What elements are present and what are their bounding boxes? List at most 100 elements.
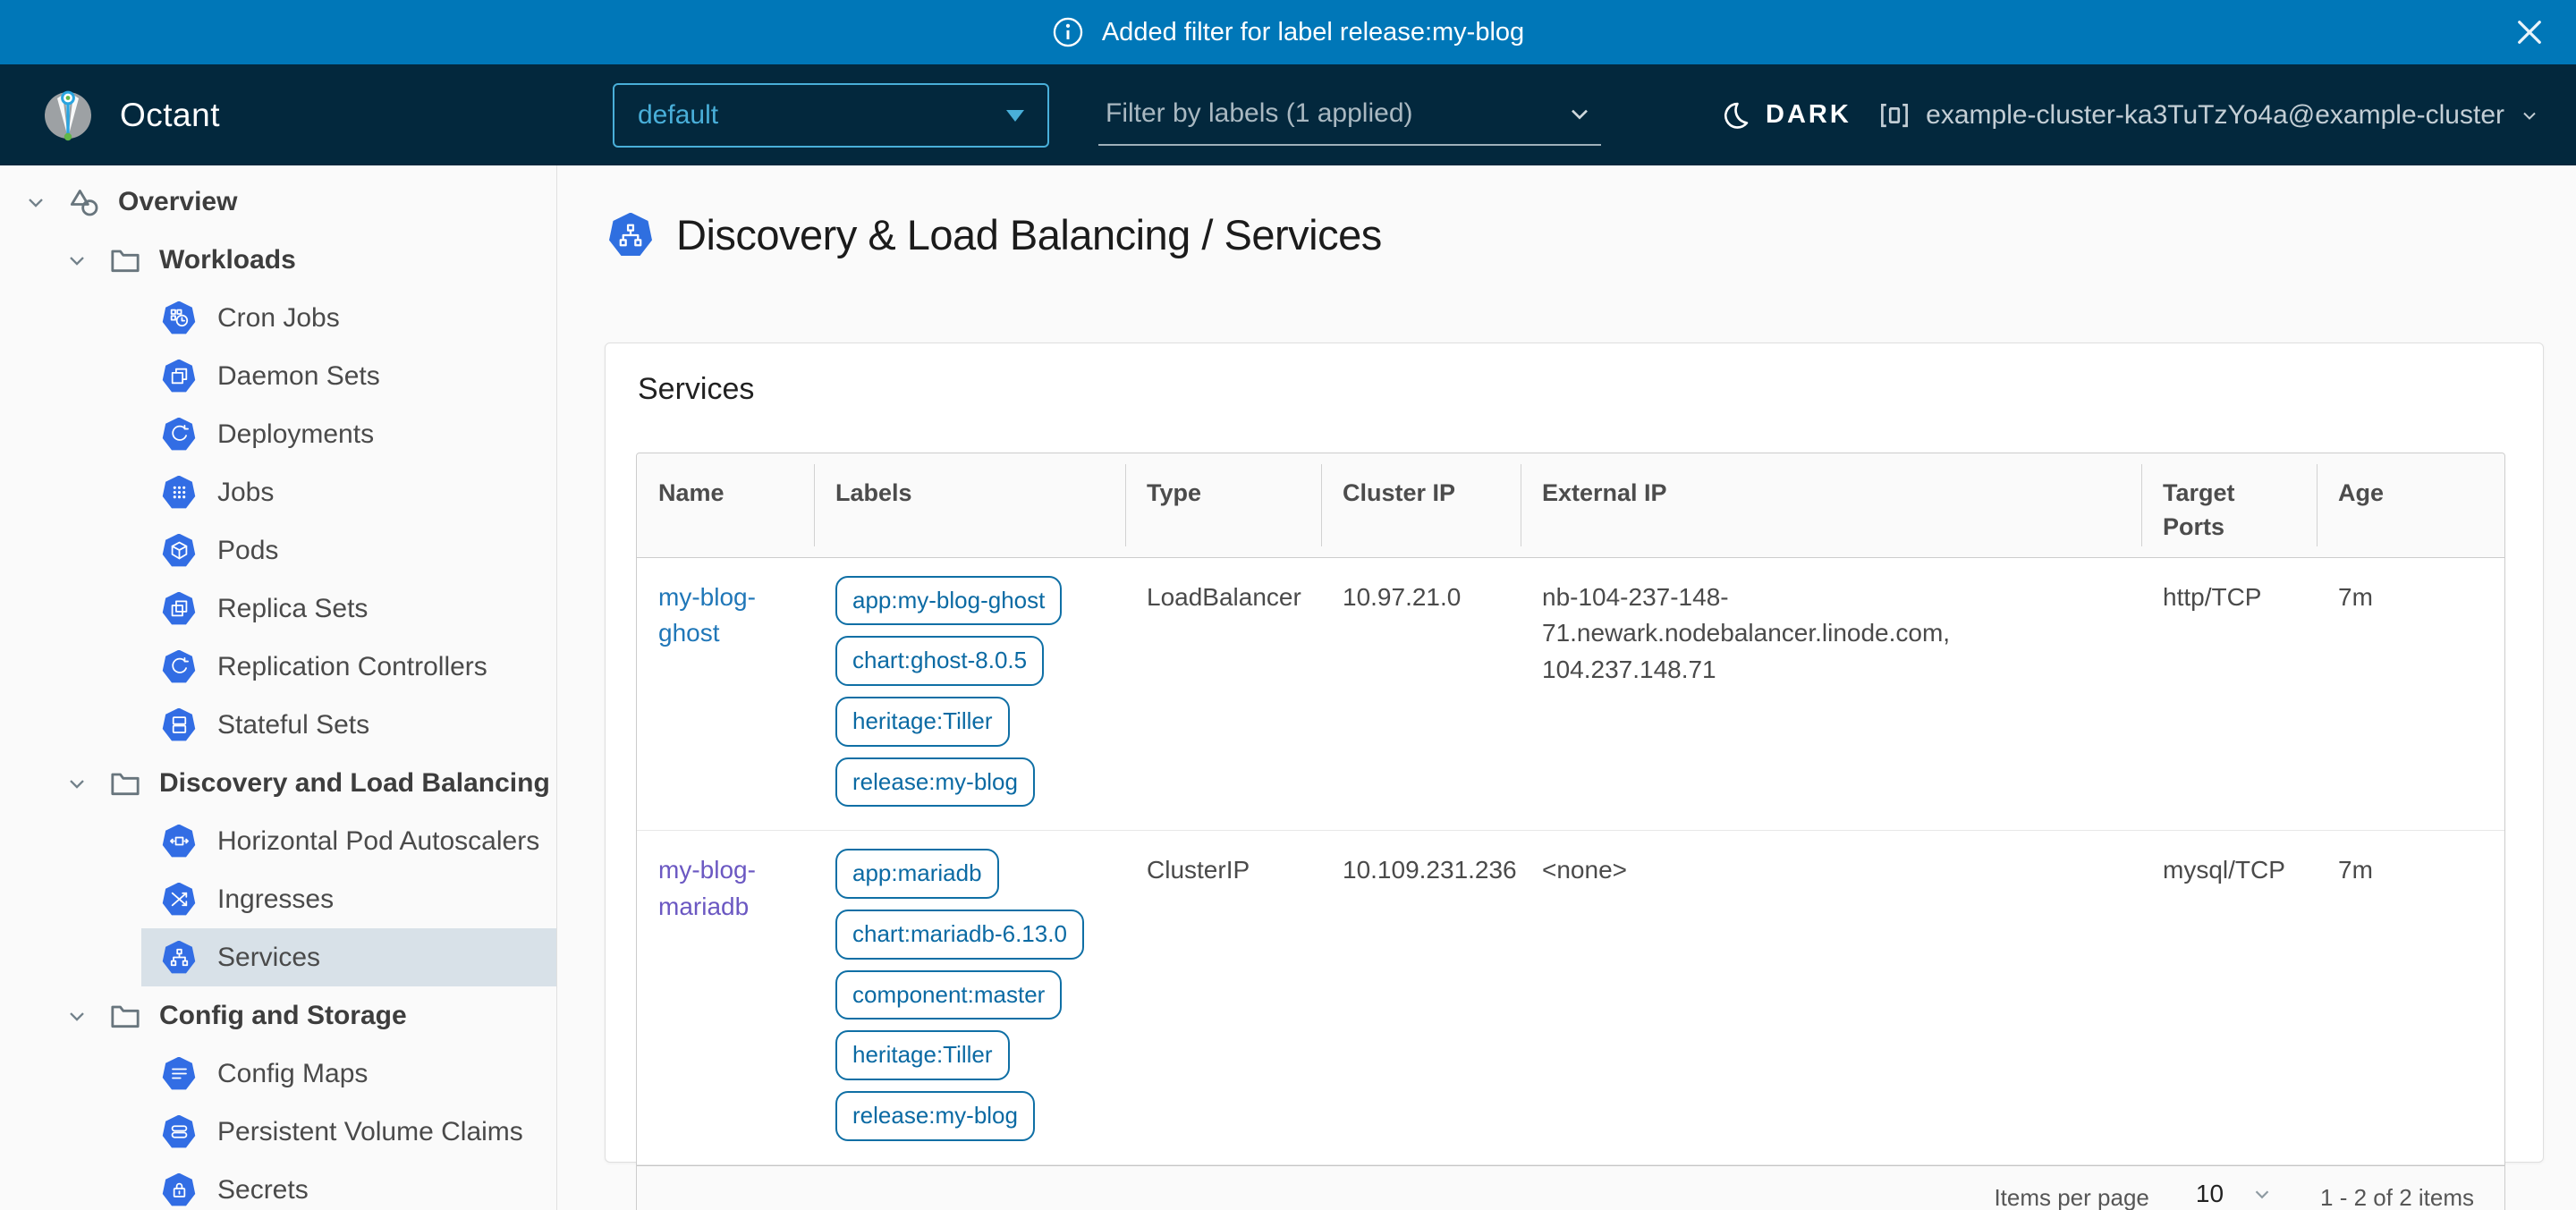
sidebar-item-workloads[interactable]: Workloads xyxy=(0,231,556,289)
ingress-icon xyxy=(162,883,196,917)
items-per-page-select[interactable]: 10 xyxy=(2187,1178,2283,1210)
table-row-my-blog-mariadb: my-blog-mariadb app:mariadb chart:mariadb-… xyxy=(637,831,2504,1164)
sidebar-nav: Overview Workloads Cron Jobs Daemon Sets Dep… xyxy=(0,165,557,1210)
sidebar-item-label: Pods xyxy=(217,536,278,566)
octant-logo-icon xyxy=(39,87,97,144)
label-pill[interactable]: release:my-blog xyxy=(835,1091,1035,1141)
column-header-target-ports: Target Ports xyxy=(2141,453,2317,557)
cell-target-ports: mysql/TCP xyxy=(2141,831,2317,1163)
sidebar-item-label: Stateful Sets xyxy=(217,710,369,740)
sidebar-item-label: Replica Sets xyxy=(217,594,368,624)
card-title: Services xyxy=(638,372,2543,407)
sidebar-item-stateful-sets[interactable]: Stateful Sets xyxy=(0,696,556,754)
sidebar-item-jobs[interactable]: Jobs xyxy=(0,463,556,521)
service-link[interactable]: my-blog-mariadb xyxy=(658,856,756,920)
caret-down-icon xyxy=(1006,110,1024,122)
column-header-age: Age xyxy=(2317,453,2506,557)
sidebar-item-label: Horizontal Pod Autoscalers xyxy=(217,826,539,857)
cell-age: 7m xyxy=(2317,831,2506,1163)
cell-external-ip: nb-104-237-148-71.newark.nodebalancer.li… xyxy=(1521,558,2141,831)
column-header-cluster-ip: Cluster IP xyxy=(1321,453,1521,557)
service-icon xyxy=(162,941,196,975)
main-content: Discovery & Load Balancing / Services Se… xyxy=(557,165,2576,1210)
cluster-selector[interactable]: example-cluster-ka3TuTzYo4a@example-clus… xyxy=(1877,64,2540,165)
datagrid-body: my-blog-ghost app:my-blog-ghost chart:ghos… xyxy=(637,558,2504,1165)
close-icon[interactable] xyxy=(2513,16,2546,48)
sidebar-item-overview[interactable]: Overview xyxy=(0,173,556,231)
notification-bar: Added filter for label release:my-blog xyxy=(0,0,2576,64)
cell-cluster-ip: 10.97.21.0 xyxy=(1321,558,1521,831)
sidebar-item-label: Cron Jobs xyxy=(217,303,340,334)
column-header-labels: Labels xyxy=(814,453,1125,557)
folder-icon xyxy=(107,766,143,801)
label-pill[interactable]: component:master xyxy=(835,970,1062,1020)
pod-icon xyxy=(162,534,196,568)
sidebar-item-cron-jobs[interactable]: Cron Jobs xyxy=(0,289,556,347)
sidebar-item-label: Services xyxy=(217,943,320,973)
label-pill[interactable]: chart:mariadb-6.13.0 xyxy=(835,910,1084,960)
sidebar-item-replica-sets[interactable]: Replica Sets xyxy=(0,580,556,638)
services-card: Services NameLabelsTypeCluster IPExterna… xyxy=(605,343,2544,1163)
dark-theme-toggle[interactable]: DARK xyxy=(1719,64,1852,165)
deployment-icon xyxy=(162,418,196,452)
label-filter-text: Filter by labels (1 applied) xyxy=(1106,98,1413,129)
configmap-icon xyxy=(162,1057,196,1091)
cell-target-ports: http/TCP xyxy=(2141,558,2317,831)
sidebar-item-daemon-sets[interactable]: Daemon Sets xyxy=(0,347,556,405)
sidebar-item-discovery-and-load-balancing[interactable]: Discovery and Load Balancing xyxy=(0,754,556,812)
chevron-down-icon[interactable] xyxy=(23,190,48,215)
cell-type: LoadBalancer xyxy=(1125,558,1321,831)
label-pill[interactable]: app:my-blog-ghost xyxy=(835,576,1062,626)
cluster-name: example-cluster-ka3TuTzYo4a@example-clus… xyxy=(1926,100,2504,131)
chevron-down-icon xyxy=(2519,105,2540,126)
sidebar-item-deployments[interactable]: Deployments xyxy=(0,405,556,463)
notification-text: Added filter for label release:my-blog xyxy=(1102,18,1524,47)
label-pill[interactable]: app:mariadb xyxy=(835,849,999,899)
replicationcontroller-icon xyxy=(162,650,196,684)
sidebar-item-services[interactable]: Services xyxy=(0,928,556,986)
cell-labels: app:mariadb chart:mariadb-6.13.0 component… xyxy=(814,831,1125,1163)
namespace-select[interactable]: default xyxy=(613,83,1049,148)
cell-labels: app:my-blog-ghost chart:ghost-8.0.5 herita… xyxy=(814,558,1125,831)
column-header-name: Name xyxy=(637,453,814,557)
sidebar-item-label: Deployments xyxy=(217,419,374,450)
sidebar-item-label: Secrets xyxy=(217,1175,309,1206)
sidebar-item-persistent-volume-claims[interactable]: Persistent Volume Claims xyxy=(0,1103,556,1161)
sidebar-item-config-maps[interactable]: Config Maps xyxy=(0,1045,556,1103)
job-icon xyxy=(162,476,196,510)
objects-icon xyxy=(66,184,102,220)
sidebar-item-replication-controllers[interactable]: Replication Controllers xyxy=(0,638,556,696)
chevron-down-icon[interactable] xyxy=(64,771,89,796)
label-filter-input[interactable]: Filter by labels (1 applied) xyxy=(1098,83,1601,146)
sidebar-item-label: Overview xyxy=(118,187,237,217)
table-row-my-blog-ghost: my-blog-ghost app:my-blog-ghost chart:ghos… xyxy=(637,558,2504,832)
sidebar-item-secrets[interactable]: Secrets xyxy=(0,1161,556,1210)
folder-icon xyxy=(107,242,143,278)
label-pill[interactable]: chart:ghost-8.0.5 xyxy=(835,636,1044,686)
sidebar-item-label: Jobs xyxy=(217,478,274,508)
pagination-range: 1 - 2 of 2 items xyxy=(2320,1184,2474,1210)
sidebar-item-label: Persistent Volume Claims xyxy=(217,1117,523,1147)
cell-cluster-ip: 10.109.231.236 xyxy=(1321,831,1521,1163)
service-link[interactable]: my-blog-ghost xyxy=(658,583,756,647)
chevron-down-icon[interactable] xyxy=(64,248,89,273)
chevron-down-icon xyxy=(2250,1182,2274,1206)
column-header-type: Type xyxy=(1125,453,1321,557)
sidebar-item-pods[interactable]: Pods xyxy=(0,521,556,580)
cluster-icon xyxy=(1877,98,1911,132)
datagrid-footer: Items per page 10 1 - 2 of 2 items xyxy=(637,1165,2504,1210)
label-pill[interactable]: heritage:Tiller xyxy=(835,1030,1010,1080)
sidebar-item-label: Replication Controllers xyxy=(217,652,487,682)
sidebar-item-label: Discovery and Load Balancing xyxy=(159,768,550,799)
label-pill[interactable]: release:my-blog xyxy=(835,757,1035,808)
sidebar-item-config-and-storage[interactable]: Config and Storage xyxy=(0,986,556,1045)
label-pill[interactable]: heritage:Tiller xyxy=(835,697,1010,747)
pvc-icon xyxy=(162,1115,196,1149)
sidebar-item-horizontal-pod-autoscalers[interactable]: Horizontal Pod Autoscalers xyxy=(0,812,556,870)
chevron-down-icon[interactable] xyxy=(64,1003,89,1028)
sidebar-item-label: Workloads xyxy=(159,245,296,275)
page-heading: Discovery & Load Balancing / Services xyxy=(676,210,1382,259)
folder-icon xyxy=(107,998,143,1034)
sidebar-item-ingresses[interactable]: Ingresses xyxy=(0,870,556,928)
items-per-page-value: 10 xyxy=(2196,1180,2224,1208)
